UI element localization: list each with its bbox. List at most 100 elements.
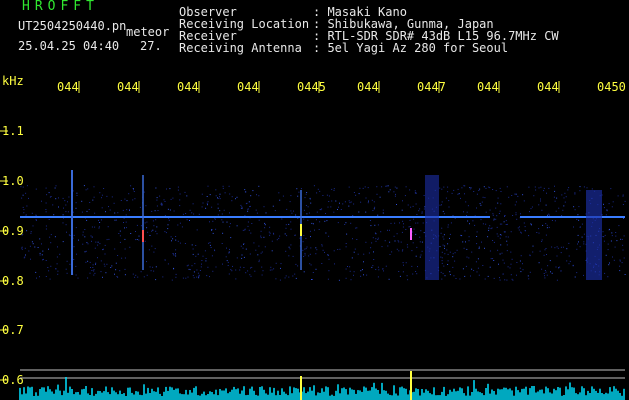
noise-dot (49, 196, 51, 198)
noise-dot (492, 258, 494, 260)
noise-dot (577, 214, 579, 216)
noise-dot (167, 224, 169, 226)
noise-dot (619, 270, 621, 272)
noise-dot (41, 254, 43, 256)
noise-dot (198, 277, 200, 279)
noise-dot (466, 215, 468, 216)
noise-dot (206, 275, 208, 277)
noise-dot (407, 279, 409, 281)
noise-dot (621, 238, 623, 240)
noise-dot (381, 246, 383, 248)
noise-dot (87, 260, 89, 262)
noise-dot (221, 213, 223, 215)
noise-dot (93, 274, 95, 276)
noise-dot (107, 226, 109, 228)
noise-dot (605, 214, 607, 216)
noise-dot (124, 238, 126, 240)
noise-dot (310, 202, 312, 204)
noise-dot (172, 253, 174, 254)
noise-dot (402, 249, 404, 251)
noise-dot (124, 268, 126, 270)
noise-dot (93, 270, 95, 272)
noise-dot (476, 231, 478, 233)
noise-dot (397, 240, 399, 242)
noise-dot (419, 241, 421, 243)
noise-dot (104, 253, 106, 255)
noise-dot (447, 253, 449, 255)
noise-dot (45, 202, 47, 204)
noise-dot (373, 208, 375, 210)
noise-dot (140, 271, 142, 273)
noise-dot (315, 253, 317, 255)
noise-dot (95, 262, 97, 264)
noise-dot (151, 210, 153, 212)
noise-dot (417, 222, 419, 224)
noise-dot (124, 198, 126, 200)
noise-dot (357, 253, 359, 255)
noise-dot (347, 266, 348, 267)
noise-dot (53, 214, 55, 216)
noise-dot (157, 210, 159, 211)
noise-dot (548, 187, 550, 189)
noise-dot (409, 226, 411, 227)
noise-dot (98, 227, 100, 229)
noise-dot (93, 186, 95, 188)
noise-dot (493, 218, 495, 220)
noise-dot (545, 234, 547, 236)
noise-dot (291, 212, 293, 214)
noise-dot (247, 210, 249, 212)
noise-dot (126, 200, 128, 202)
noise-dot (306, 213, 308, 215)
noise-dot (103, 188, 105, 189)
noise-dot (545, 248, 547, 249)
noise-dot (215, 195, 217, 197)
noise-dot (256, 212, 258, 214)
noise-dot (280, 267, 281, 269)
noise-dot (207, 201, 209, 203)
noise-dot (286, 235, 288, 237)
noise-dot (449, 237, 450, 239)
noise-dot (87, 243, 89, 245)
noise-dot (175, 255, 177, 257)
noise-dot (307, 206, 309, 208)
noise-dot (462, 241, 464, 243)
noise-dot (195, 245, 197, 246)
noise-dot (149, 266, 151, 268)
noise-dot (491, 227, 493, 229)
noise-dot (247, 225, 249, 227)
noise-dot (551, 220, 553, 221)
noise-dot (326, 220, 328, 222)
noise-dot (88, 209, 90, 210)
noise-dot (278, 192, 280, 194)
noise-dot (469, 188, 471, 190)
noise-dot (350, 222, 352, 224)
noise-dot (134, 198, 136, 200)
noise-dot (148, 249, 150, 251)
noise-dot (322, 195, 324, 196)
noise-dot (403, 223, 404, 225)
noise-dot (191, 244, 193, 246)
noise-dot (466, 256, 468, 258)
noise-dot (240, 204, 242, 206)
noise-dot (66, 260, 68, 262)
noise-dot (479, 188, 481, 190)
noise-dot (511, 258, 513, 260)
noise-dot (185, 277, 187, 279)
noise-dot (293, 210, 294, 212)
noise-dot (305, 248, 307, 250)
noise-dot (420, 254, 422, 256)
noise-dot (138, 239, 140, 241)
noise-dot (219, 198, 221, 200)
noise-dot (75, 207, 77, 209)
noise-dot (305, 205, 307, 206)
noise-dot (529, 255, 531, 257)
noise-dot (558, 267, 560, 269)
noise-dot (288, 223, 290, 225)
noise-dot (114, 219, 116, 221)
noise-dot (581, 236, 583, 238)
noise-dot (214, 249, 215, 251)
noise-dot (177, 189, 179, 191)
noise-dot (490, 228, 492, 230)
noise-dot (241, 206, 243, 208)
noise-dot (328, 195, 330, 197)
